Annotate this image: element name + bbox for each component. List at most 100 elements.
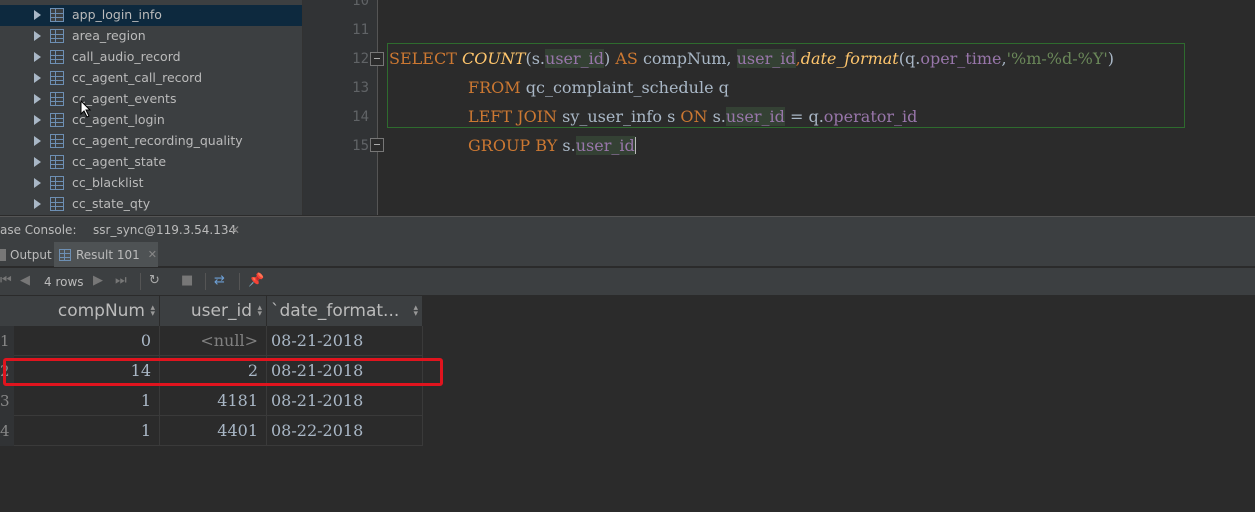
expand-arrow-icon[interactable]	[34, 94, 41, 104]
tab-label: Output	[10, 247, 52, 262]
line-number: 12	[352, 51, 369, 67]
stop-icon[interactable]: ■	[181, 273, 193, 288]
tab-label: Result 101	[76, 247, 140, 262]
red-highlight-annotation	[3, 358, 443, 386]
column-header-compnum[interactable]: compNum ▴ ▾	[14, 296, 160, 326]
cell-compnum[interactable]: 0	[14, 326, 160, 356]
transpose-icon[interactable]: ⇄	[214, 273, 225, 288]
results-toolbar: ⏮ ◀ 4 rows ▶ ⏭ ↻ ■ ⇄ 📌	[0, 268, 1255, 295]
line-number: 10	[352, 0, 369, 9]
toolbar-divider	[239, 273, 240, 290]
pin-icon[interactable]: 📌	[248, 273, 264, 288]
results-tabs: Output Result 101 ✕	[0, 242, 1255, 267]
tree-item-cc-agent-events[interactable]: cc_agent_events	[0, 89, 302, 110]
console-icon	[0, 248, 6, 261]
column-oper-time: oper_time	[920, 49, 1002, 68]
expand-arrow-icon[interactable]	[34, 52, 41, 62]
tree-item-cc-agent-login[interactable]: cc_agent_login	[0, 110, 302, 131]
console-label: ase Console:	[0, 223, 77, 237]
table-row[interactable]: 4 1 4401 08-22-2018	[0, 416, 423, 446]
expand-arrow-icon[interactable]	[34, 199, 41, 209]
line-number: 14	[352, 109, 369, 125]
table-row[interactable]: 3 1 4181 08-21-2018	[0, 386, 423, 416]
column-header-label: user_id	[190, 301, 252, 321]
code-line-14[interactable]: LEFT JOIN sy_user_info s ON s.user_id = …	[468, 107, 917, 126]
cell-user-id[interactable]: <null>	[160, 326, 267, 356]
tree-item-cc-state-qty[interactable]: cc_state_qty	[0, 194, 302, 215]
cell-date-format[interactable]: 08-21-2018	[267, 386, 423, 416]
table-icon	[59, 248, 71, 261]
tree-item-cc-blacklist[interactable]: cc_blacklist	[0, 173, 302, 194]
column-header-date-format[interactable]: `date_format... ▴ ▾	[267, 296, 423, 326]
code-text: )	[1107, 49, 1115, 68]
tree-item-label: cc_agent_recording_quality	[72, 133, 243, 148]
table-icon	[50, 71, 64, 85]
keyword-select: SELECT	[389, 49, 457, 68]
column-operator-id: operator_id	[823, 107, 918, 126]
code-text: s.	[557, 136, 576, 155]
row-number: 3	[0, 386, 14, 416]
column-header-user-id[interactable]: user_id ▴ ▾	[160, 296, 267, 326]
column-user-id: user_id	[725, 107, 785, 126]
next-page-icon[interactable]: ▶	[93, 273, 103, 288]
console-session-tab[interactable]: ssr_sync@119.3.54.134	[93, 223, 236, 237]
column-header-label: compNum	[57, 301, 145, 321]
expand-arrow-icon[interactable]	[34, 73, 41, 83]
string-literal: '%m-%d-%Y'	[1006, 49, 1108, 68]
expand-arrow-icon[interactable]	[34, 31, 41, 41]
tree-item-area-region[interactable]: area_region	[0, 26, 302, 47]
code-line-12[interactable]: SELECT COUNT(s.user_id) AS compNum, user…	[389, 49, 1114, 68]
expand-arrow-icon[interactable]	[34, 178, 41, 188]
tree-item-cc-agent-recording-quality[interactable]: cc_agent_recording_quality	[0, 131, 302, 152]
code-line-15[interactable]: GROUP BY s.user_id	[468, 136, 636, 155]
sort-icon[interactable]: ▴ ▾	[150, 304, 155, 319]
code-text: )	[604, 49, 616, 68]
first-page-icon[interactable]: ⏮	[0, 273, 12, 288]
tab-output[interactable]: Output	[0, 242, 52, 267]
keyword-left: LEFT	[468, 107, 513, 126]
sort-icon[interactable]: ▴ ▾	[257, 304, 262, 319]
tree-item-label: cc_agent_call_record	[72, 70, 203, 85]
cell-compnum[interactable]: 1	[14, 416, 160, 446]
tree-item-app-login-info[interactable]: app_login_info	[0, 5, 302, 26]
database-tree: app_login_info area_region call_audio_re…	[0, 0, 302, 215]
previous-page-icon[interactable]: ◀	[20, 273, 30, 288]
cell-date-format[interactable]: 08-21-2018	[267, 326, 423, 356]
expand-arrow-icon[interactable]	[34, 157, 41, 167]
keyword-from: FROM	[468, 78, 521, 97]
cell-date-format[interactable]: 08-22-2018	[267, 416, 423, 446]
keyword-group: GROUP	[468, 136, 531, 155]
tree-item-call-audio-record[interactable]: call_audio_record	[0, 47, 302, 68]
table-icon	[50, 8, 64, 22]
expand-arrow-icon[interactable]	[34, 136, 41, 146]
close-icon[interactable]: ✕	[148, 248, 157, 261]
close-icon[interactable]: ✕	[230, 223, 240, 237]
function-date-format: date_format	[800, 49, 899, 68]
tree-item-cc-agent-call-record[interactable]: cc_agent_call_record	[0, 68, 302, 89]
cell-user-id[interactable]: 4401	[160, 416, 267, 446]
table-icon	[50, 134, 64, 148]
code-text: compNum,	[637, 49, 737, 68]
sort-icon[interactable]: ▴ ▾	[413, 304, 418, 319]
column-user-id: user_id	[736, 49, 796, 68]
column-user-id: user_id	[575, 136, 635, 155]
code-line-13[interactable]: FROM qc_complaint_schedule q	[468, 78, 729, 97]
tree-item-cc-agent-state[interactable]: cc_agent_state	[0, 152, 302, 173]
refresh-icon[interactable]: ↻	[149, 273, 160, 288]
mouse-cursor-icon	[80, 100, 92, 118]
cell-compnum[interactable]: 1	[14, 386, 160, 416]
row-number: 1	[0, 326, 14, 356]
code-text: s.	[707, 107, 726, 126]
table-row[interactable]: 1 0 <null> 08-21-2018	[0, 326, 423, 356]
editor-gutter: 10 11 12 13 14 15	[303, 0, 377, 215]
table-icon	[50, 50, 64, 64]
expand-arrow-icon[interactable]	[34, 115, 41, 125]
cell-user-id[interactable]: 4181	[160, 386, 267, 416]
tab-result-101[interactable]: Result 101 ✕	[54, 242, 158, 267]
last-page-icon[interactable]: ⏭	[115, 273, 127, 288]
expand-arrow-icon[interactable]	[34, 10, 41, 20]
table-icon	[50, 29, 64, 43]
console-bar: ase Console: ssr_sync@119.3.54.134 ✕	[0, 216, 1255, 242]
toolbar-divider	[140, 273, 141, 290]
tree-item-label: cc_state_qty	[72, 196, 151, 211]
